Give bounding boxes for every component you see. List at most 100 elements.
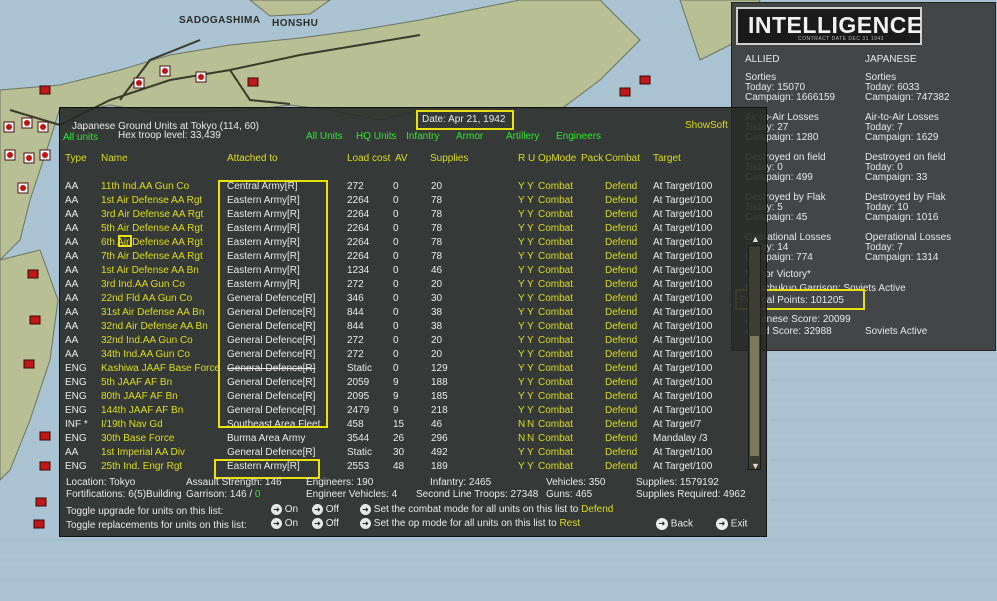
- unit-target[interactable]: At Target/100: [653, 293, 712, 304]
- unit-target[interactable]: At Target/100: [653, 461, 712, 472]
- unit-opmode[interactable]: Combat: [538, 237, 573, 248]
- unit-upgrade-toggle[interactable]: Y: [527, 321, 534, 332]
- unit-target[interactable]: At Target/100: [653, 377, 712, 388]
- col-header-av[interactable]: AV: [395, 153, 408, 164]
- filter-infantry[interactable]: Infantry: [406, 131, 439, 142]
- unit-replacements-toggle[interactable]: Y: [518, 279, 525, 290]
- unit-combat-mode[interactable]: Defend: [605, 335, 637, 346]
- unit-combat-mode[interactable]: Defend: [605, 363, 637, 374]
- unit-target[interactable]: At Target/7: [653, 419, 701, 430]
- unit-target[interactable]: At Target/100: [653, 181, 712, 192]
- exit-button[interactable]: ➜ Exit: [716, 518, 747, 530]
- unit-opmode[interactable]: Combat: [538, 461, 573, 472]
- unit-replacements-toggle[interactable]: Y: [518, 265, 525, 276]
- scrollbar-thumb[interactable]: [750, 336, 759, 456]
- unit-replacements-toggle[interactable]: Y: [518, 391, 525, 402]
- unit-replacements-toggle[interactable]: N: [518, 419, 525, 430]
- unit-combat-mode[interactable]: Defend: [605, 321, 637, 332]
- unit-name-link[interactable]: 1st Air Defense AA Rgt: [101, 195, 202, 206]
- filter-hq-units[interactable]: HQ Units: [356, 131, 397, 142]
- unit-combat-mode[interactable]: Defend: [605, 195, 637, 206]
- unit-upgrade-toggle[interactable]: Y: [527, 195, 534, 206]
- scroll-up-arrow[interactable]: ▲: [750, 234, 761, 244]
- unit-opmode[interactable]: Combat: [538, 293, 573, 304]
- unit-replacements-toggle[interactable]: Y: [518, 335, 525, 346]
- filter-engineers[interactable]: Engineers: [556, 131, 601, 142]
- unit-row[interactable]: AA 1st Imperial AA Div General Defence[R] S…: [60, 447, 750, 461]
- unit-name-link[interactable]: 6th Air Defense AA Rgt: [101, 237, 203, 248]
- unit-combat-mode[interactable]: Defend: [605, 279, 637, 290]
- unit-target[interactable]: Mandalay /3: [653, 433, 707, 444]
- unit-combat-mode[interactable]: Defend: [605, 223, 637, 234]
- filter-all-units[interactable]: All Units: [306, 131, 343, 142]
- unit-target[interactable]: At Target/100: [653, 335, 712, 346]
- unit-replacements-toggle[interactable]: Y: [518, 195, 525, 206]
- unit-upgrade-toggle[interactable]: Y: [527, 349, 534, 360]
- unit-name-link[interactable]: 31st Air Defense AA Bn: [101, 307, 204, 318]
- unit-combat-mode[interactable]: Defend: [605, 265, 637, 276]
- unit-row[interactable]: ENG 144th JAAF AF Bn General Defence[R] 247…: [60, 405, 750, 419]
- unit-upgrade-toggle[interactable]: Y: [527, 209, 534, 220]
- unit-replacements-toggle[interactable]: Y: [518, 377, 525, 388]
- unit-name-link[interactable]: 1st Air Defense AA Bn: [101, 265, 199, 276]
- unit-row[interactable]: AA 6th Air Defense AA Rgt Eastern Army[R] 2…: [60, 237, 750, 251]
- unit-row[interactable]: AA 1st Air Defense AA Bn Eastern Army[R] 12…: [60, 265, 750, 279]
- unit-replacements-toggle[interactable]: Y: [518, 223, 525, 234]
- unit-upgrade-toggle[interactable]: Y: [527, 279, 534, 290]
- unit-target[interactable]: At Target/100: [653, 447, 712, 458]
- unit-upgrade-toggle[interactable]: Y: [527, 293, 534, 304]
- unit-opmode[interactable]: Combat: [538, 433, 573, 444]
- replace-on-button[interactable]: ➜ On: [271, 518, 298, 529]
- unit-upgrade-toggle[interactable]: Y: [527, 447, 534, 458]
- show-soft-toggle[interactable]: ShowSoft: [685, 120, 728, 131]
- unit-row[interactable]: AA 3rd Ind.AA Gun Co Eastern Army[R] 272 0 20…: [60, 279, 750, 293]
- all-units-filter-left[interactable]: All units: [63, 132, 98, 143]
- unit-upgrade-toggle[interactable]: Y: [527, 461, 534, 472]
- unit-replacements-toggle[interactable]: Y: [518, 405, 525, 416]
- unit-target[interactable]: At Target/100: [653, 349, 712, 360]
- unit-combat-mode[interactable]: Defend: [605, 307, 637, 318]
- unit-list-scrollbar[interactable]: [748, 245, 761, 470]
- set-combat-value[interactable]: Defend: [581, 504, 613, 515]
- unit-name-link[interactable]: 1st Imperial AA Div: [101, 447, 185, 458]
- col-header-ru[interactable]: R U: [518, 153, 535, 164]
- unit-replacements-toggle[interactable]: Y: [518, 461, 525, 472]
- unit-target[interactable]: At Target/100: [653, 223, 712, 234]
- unit-upgrade-toggle[interactable]: Y: [527, 377, 534, 388]
- unit-opmode[interactable]: Combat: [538, 419, 573, 430]
- unit-name-link[interactable]: 3rd Ind.AA Gun Co: [101, 279, 185, 290]
- unit-combat-mode[interactable]: Defend: [605, 209, 637, 220]
- unit-row[interactable]: ENG 25th Ind. Engr Rgt Eastern Army[R] 2553…: [60, 461, 750, 475]
- unit-combat-mode[interactable]: Defend: [605, 251, 637, 262]
- col-header-attached[interactable]: Attached to: [227, 153, 278, 164]
- unit-name-link[interactable]: 7th Air Defense AA Rgt: [101, 251, 203, 262]
- unit-replacements-toggle[interactable]: Y: [518, 251, 525, 262]
- unit-combat-mode[interactable]: Defend: [605, 405, 637, 416]
- unit-replacements-toggle[interactable]: Y: [518, 181, 525, 192]
- unit-upgrade-toggle[interactable]: Y: [527, 237, 534, 248]
- unit-combat-mode[interactable]: Defend: [605, 447, 637, 458]
- unit-row[interactable]: AA 34th Ind.AA Gun Co General Defence[R] 27…: [60, 349, 750, 363]
- unit-combat-mode[interactable]: Defend: [605, 391, 637, 402]
- unit-combat-mode[interactable]: Defend: [605, 419, 637, 430]
- col-header-target[interactable]: Target: [653, 153, 681, 164]
- unit-replacements-toggle[interactable]: Y: [518, 363, 525, 374]
- unit-upgrade-toggle[interactable]: Y: [527, 335, 534, 346]
- unit-opmode[interactable]: Combat: [538, 223, 573, 234]
- unit-opmode[interactable]: Combat: [538, 335, 573, 346]
- unit-name-link[interactable]: 34th Ind.AA Gun Co: [101, 349, 190, 360]
- unit-row[interactable]: AA 5th Air Defense AA Rgt Eastern Army[R] 2…: [60, 223, 750, 237]
- unit-row[interactable]: AA 22nd Fld AA Gun Co General Defence[R] 34…: [60, 293, 750, 307]
- unit-target[interactable]: At Target/100: [653, 307, 712, 318]
- unit-target[interactable]: At Target/100: [653, 321, 712, 332]
- unit-row[interactable]: AA 32nd Ind.AA Gun Co General Defence[R] 27…: [60, 335, 750, 349]
- unit-name-link[interactable]: 5th Air Defense AA Rgt: [101, 223, 203, 234]
- back-button[interactable]: ➜ Back: [656, 518, 693, 530]
- col-header-type[interactable]: Type: [65, 153, 87, 164]
- unit-row[interactable]: INF * I/19th Nav Gd Southeast Area Fleet 45…: [60, 419, 750, 433]
- unit-name-link[interactable]: Kashiwa JAAF Base Force: [101, 363, 220, 374]
- unit-name-link[interactable]: 32nd Ind.AA Gun Co: [101, 335, 193, 346]
- col-header-combat[interactable]: Combat: [605, 153, 640, 164]
- unit-name-link[interactable]: 32nd Air Defense AA Bn: [101, 321, 208, 332]
- unit-opmode[interactable]: Combat: [538, 195, 573, 206]
